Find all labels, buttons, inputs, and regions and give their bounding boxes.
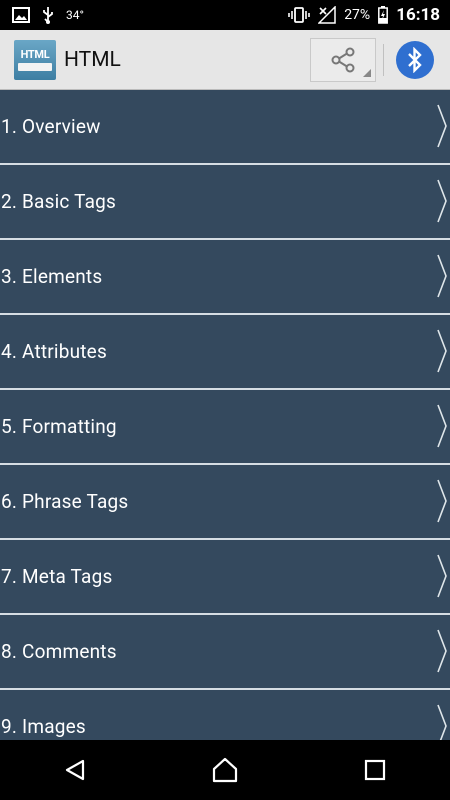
logo-decoration [18,63,52,71]
home-icon [212,757,238,783]
chevron-right-icon [437,254,447,298]
chevron-right-icon [437,629,447,673]
list-item-label: 7. Meta Tags [1,565,113,588]
bluetooth-icon [408,47,422,73]
list-item-basic-tags[interactable]: 2. Basic Tags [0,165,450,240]
chevron-right-icon [437,404,447,448]
chevron-right-icon [437,554,447,598]
app-title: HTML [64,47,121,72]
logo-text: HTML [20,48,50,61]
list-item-label: 4. Attributes [1,340,107,363]
app-bar-divider [383,44,384,76]
list-item-elements[interactable]: 3. Elements [0,240,450,315]
topic-list: 1. Overview 2. Basic Tags 3. Elements 4.… [0,90,450,740]
image-icon [12,7,30,23]
vibrate-icon [288,6,310,24]
chevron-right-icon [437,329,447,373]
bluetooth-button[interactable] [396,41,434,79]
chevron-right-icon [437,104,447,148]
list-item-attributes[interactable]: 4. Attributes [0,315,450,390]
list-item-comments[interactable]: 8. Comments [0,615,450,690]
app-bar: HTML HTML [0,30,450,90]
usb-icon [40,6,56,24]
recents-icon [364,759,386,781]
list-item-overview[interactable]: 1. Overview [0,90,450,165]
app-logo: HTML [14,39,56,80]
list-item-label: 3. Elements [1,265,103,288]
list-item-label: 8. Comments [1,640,117,663]
share-button[interactable] [310,38,376,82]
overflow-corner-indicator [363,69,371,77]
chevron-right-icon [437,704,447,740]
no-signal-icon [318,6,336,24]
system-nav-bar [0,740,450,800]
status-bar: 34° 27% 16:18 [0,0,450,30]
back-button[interactable] [45,740,105,800]
list-item-formatting[interactable]: 5. Formatting [0,390,450,465]
list-item-label: 2. Basic Tags [1,190,116,213]
list-item-images[interactable]: 9. Images [0,690,450,740]
list-item-label: 9. Images [1,715,86,738]
temperature-text: 34° [66,8,84,22]
battery-icon [378,6,389,24]
chevron-right-icon [437,179,447,223]
back-icon [65,759,85,781]
chevron-right-icon [437,479,447,523]
list-item-label: 5. Formatting [1,415,117,438]
battery-percent: 27% [344,7,371,23]
clock-time: 16:18 [396,5,440,25]
list-item-meta-tags[interactable]: 7. Meta Tags [0,540,450,615]
list-item-label: 6. Phrase Tags [1,490,129,513]
share-icon [331,47,355,73]
home-button[interactable] [195,740,255,800]
list-item-phrase-tags[interactable]: 6. Phrase Tags [0,465,450,540]
list-item-label: 1. Overview [1,115,101,138]
recents-button[interactable] [345,740,405,800]
